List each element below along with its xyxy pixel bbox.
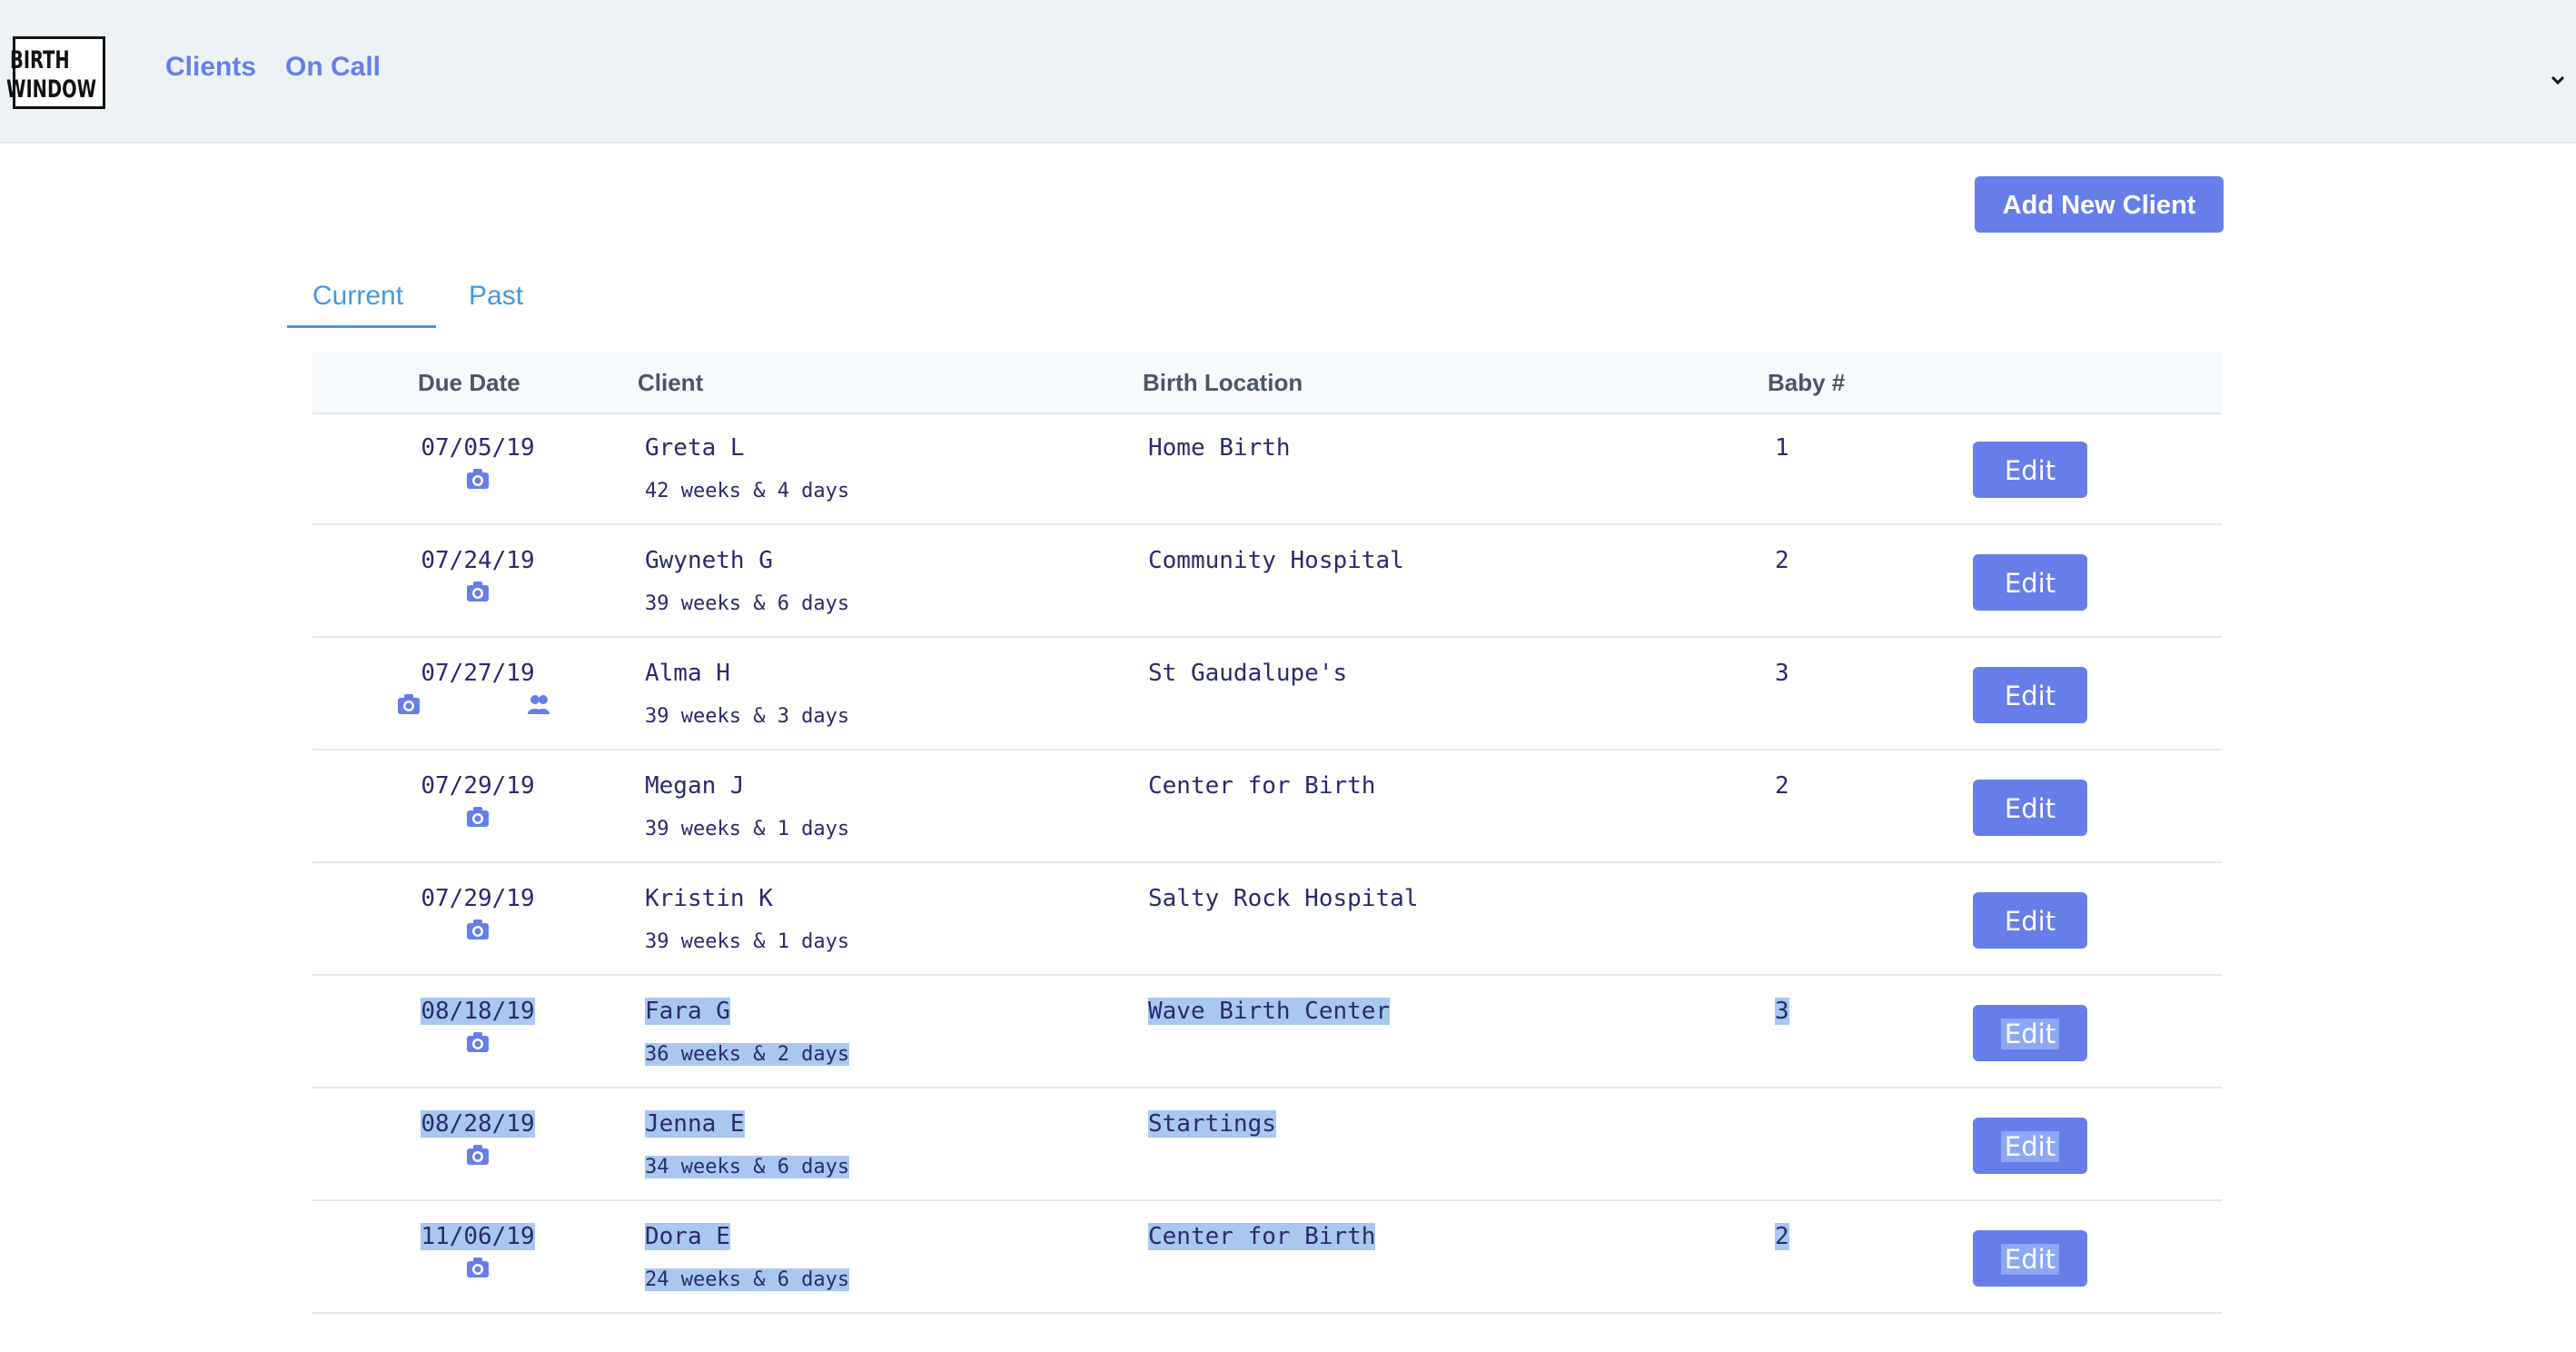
client-name[interactable]: Dora E (645, 1221, 730, 1252)
camera-icon[interactable] (466, 805, 490, 829)
camera-icon[interactable] (466, 918, 490, 941)
header-client: Client (638, 369, 704, 396)
due-date: 07/27/19 (421, 660, 535, 687)
client-name[interactable]: Alma H (645, 658, 730, 689)
edit-button[interactable]: Edit (1973, 780, 2087, 836)
client-name[interactable]: Greta L (645, 432, 745, 463)
nav-clients-link[interactable]: Clients (165, 51, 256, 84)
gestation-weeks: 42 weeks & 4 days (645, 480, 850, 502)
birth-location: Salty Rock Hospital (1148, 885, 1419, 912)
birth-location: Startings (1148, 1110, 1276, 1138)
gestation-weeks: 39 weeks & 1 days (645, 818, 850, 840)
header-baby-number: Baby # (1768, 369, 1846, 396)
birth-window-logo[interactable]: BIRTH WINDOW (6, 36, 105, 109)
due-date: 11/06/19 (421, 1223, 535, 1250)
camera-icon[interactable] (466, 1030, 490, 1054)
table-row: 08/18/19 Fara G 36 weeks & 2 days Wave Birt… (312, 976, 2222, 1089)
add-new-client-button[interactable]: Add New Client (1975, 176, 2224, 233)
due-date: 07/24/19 (421, 547, 535, 574)
nav-on-call-link[interactable]: On Call (285, 51, 381, 84)
due-date: 07/29/19 (421, 772, 535, 800)
birth-location: Center for Birth (1148, 1223, 1376, 1250)
edit-button[interactable]: Edit (1973, 1005, 2087, 1061)
table-row: 08/28/19 Jenna E 34 weeks & 6 days Starting… (312, 1089, 2222, 1201)
baby-number: 2 (1775, 772, 1789, 800)
table-row: 07/27/19 Alma H 39 weeks & 3 days St Gaudal… (312, 638, 2222, 751)
birth-location: Wave Birth Center (1148, 998, 1391, 1025)
camera-icon[interactable] (466, 1256, 490, 1279)
gestation-weeks: 34 weeks & 6 days (645, 1156, 850, 1178)
header-due-date: Due Date (418, 369, 520, 396)
baby-number: 3 (1775, 660, 1789, 687)
baby-number: 1 (1775, 434, 1789, 462)
logo-line-2: WINDOW (6, 75, 97, 104)
table-row: 07/29/19 Kristin K 39 weeks & 1 days Salty … (312, 863, 2222, 976)
chevron-down-icon[interactable] (2549, 71, 2567, 89)
tab-past[interactable]: Past (469, 278, 523, 314)
due-date: 08/28/19 (421, 1110, 535, 1138)
edit-button[interactable]: Edit (1973, 442, 2087, 498)
camera-icon[interactable] (466, 1143, 490, 1167)
gestation-weeks: 24 weeks & 6 days (645, 1268, 850, 1291)
active-tab-indicator (287, 325, 436, 328)
header-birth-location: Birth Location (1143, 369, 1303, 396)
camera-icon[interactable] (466, 580, 490, 603)
gestation-weeks: 39 weeks & 1 days (645, 930, 850, 953)
client-name[interactable]: Jenna E (645, 1108, 745, 1139)
gestation-weeks: 39 weeks & 3 days (645, 705, 850, 728)
table-row: 11/06/19 Dora E 24 weeks & 6 days Center fo… (312, 1201, 2222, 1314)
client-name[interactable]: Megan J (645, 770, 745, 801)
edit-button[interactable]: Edit (1973, 892, 2087, 949)
table-row: 07/24/19 Gwyneth G 39 weeks & 6 days Commun… (312, 525, 2222, 638)
gestation-weeks: 36 weeks & 2 days (645, 1043, 850, 1066)
birth-location: Home Birth (1148, 434, 1291, 462)
due-date: 07/05/19 (421, 434, 535, 462)
baby-number: 2 (1775, 547, 1789, 574)
baby-number: 3 (1775, 998, 1789, 1025)
baby-number: 2 (1775, 1223, 1789, 1250)
birth-location: Center for Birth (1148, 772, 1376, 800)
birth-location: Community Hospital (1148, 547, 1404, 574)
edit-button[interactable]: Edit (1973, 1118, 2087, 1174)
client-name[interactable]: Gwyneth G (645, 545, 773, 576)
camera-icon[interactable] (397, 692, 421, 716)
people-icon[interactable] (527, 692, 550, 716)
table-row: 07/05/19 Greta L 42 weeks & 4 days Home Bir… (312, 413, 2222, 525)
logo-line-1: BIRTH (10, 46, 70, 75)
due-date: 08/18/19 (421, 998, 535, 1025)
due-date: 07/29/19 (421, 885, 535, 912)
gestation-weeks: 39 weeks & 6 days (645, 592, 850, 615)
table-header: Due Date Client Birth Location Baby # (312, 353, 2222, 414)
top-navbar: BIRTH WINDOW Clients On Call (0, 0, 2576, 144)
table-row: 07/29/19 Megan J 39 weeks & 1 days Center f… (312, 751, 2222, 863)
camera-icon[interactable] (466, 467, 490, 491)
birth-location: St Gaudalupe's (1148, 660, 1348, 687)
tab-current[interactable]: Current (312, 278, 403, 314)
edit-button[interactable]: Edit (1973, 554, 2087, 611)
edit-button[interactable]: Edit (1973, 1230, 2087, 1287)
client-name[interactable]: Kristin K (645, 883, 773, 914)
edit-button[interactable]: Edit (1973, 667, 2087, 723)
client-name[interactable]: Fara G (645, 996, 730, 1027)
